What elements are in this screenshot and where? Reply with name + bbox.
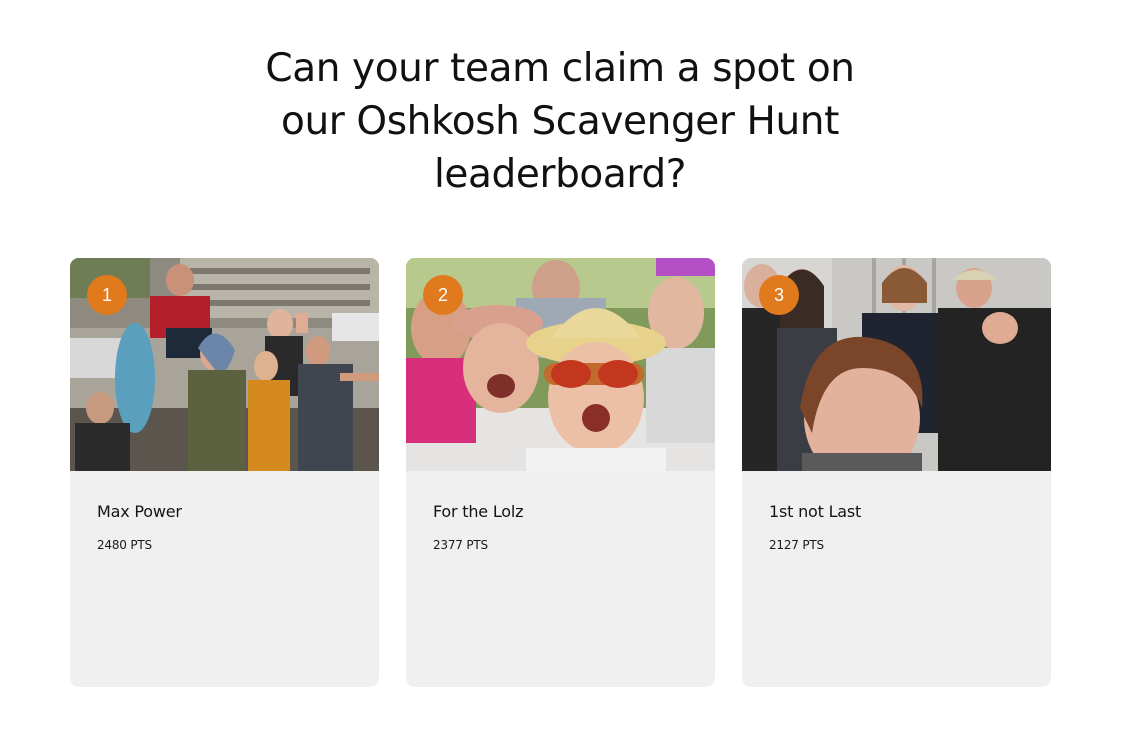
leaderboard-card-3[interactable]: 3 1st not Last 2127 PTS [742,258,1051,687]
team-points: 2127 PTS [769,538,824,552]
heading-line-1: Can your team claim a spot on [265,46,855,91]
team-points: 2480 PTS [97,538,152,552]
heading-line-3: leaderboard? [433,152,687,197]
rank-badge: 1 [87,275,127,315]
leaderboard-card-1[interactable]: 1 Max Power 2480 PTS [70,258,379,687]
team-name: 1st not Last [769,502,862,521]
page-heading: Can your team claim a spot on our Oshkos… [210,42,910,201]
team-points: 2377 PTS [433,538,488,552]
team-name: Max Power [97,502,182,521]
leaderboard-card-2[interactable]: 2 For the Lolz 2377 PTS [406,258,715,687]
rank-badge: 2 [423,275,463,315]
rank-badge: 3 [759,275,799,315]
heading-line-2: our Oshkosh Scavenger Hunt [281,99,839,144]
team-name: For the Lolz [433,502,524,521]
